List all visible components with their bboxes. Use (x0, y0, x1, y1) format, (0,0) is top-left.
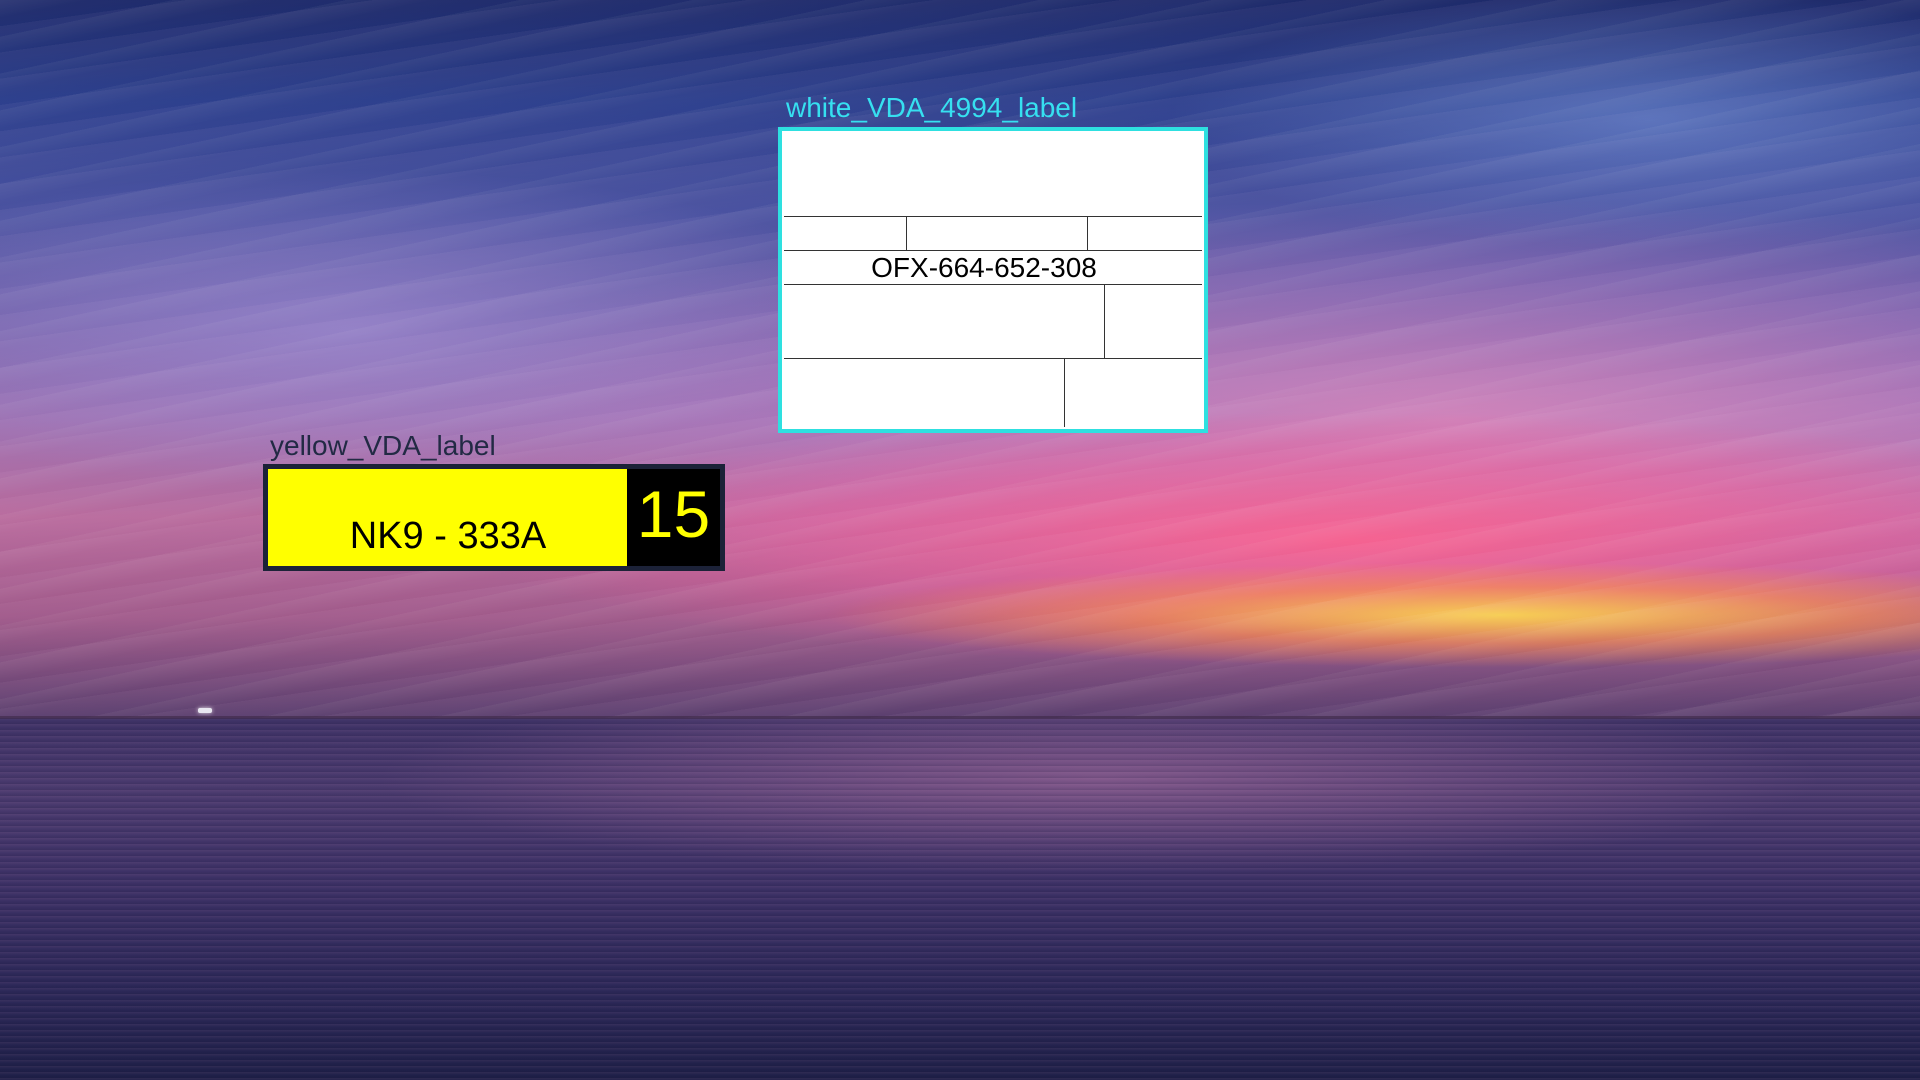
white-label-caption: white_VDA_4994_label (786, 92, 1078, 123)
white-label-divider (906, 217, 907, 250)
white-label-divider (1087, 217, 1088, 250)
yellow-label-plate: NK9 - 333A (268, 469, 628, 566)
boat-light (198, 708, 212, 713)
yellow-vda-label[interactable]: NK9 - 333A 15 (263, 464, 725, 571)
yellow-label-count: 15 (627, 469, 720, 566)
white-label-row-3: OFX-664-652-308 (784, 251, 1202, 285)
white-label-row-1 (784, 133, 1202, 217)
white-label-divider (1104, 285, 1105, 358)
white-label-row-2 (784, 217, 1202, 251)
white-label-grid: OFX-664-652-308 (784, 133, 1202, 427)
white-label-row-5 (784, 359, 1202, 427)
sea (0, 718, 1920, 1080)
white-label-code: OFX-664-652-308 (871, 252, 1097, 283)
yellow-label-plate-text: NK9 - 333A (349, 515, 547, 557)
horizon-line (0, 716, 1920, 719)
yellow-label-caption: yellow_VDA_label (270, 430, 496, 461)
white-label-row-4 (784, 285, 1202, 359)
white-label-divider (1064, 359, 1065, 427)
white-vda-label[interactable]: OFX-664-652-308 (778, 127, 1208, 433)
